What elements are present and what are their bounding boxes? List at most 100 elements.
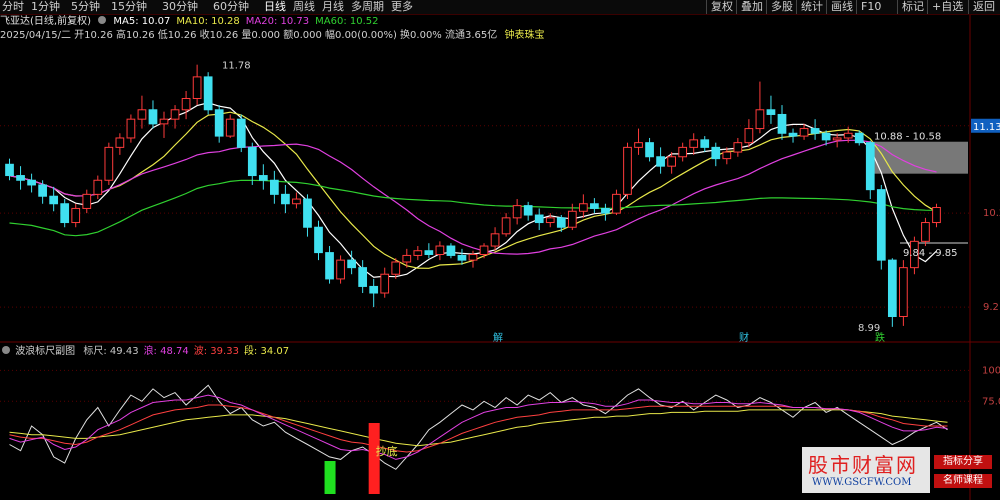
candle-body bbox=[601, 207, 610, 214]
toolbar-action-7[interactable]: +自选 bbox=[927, 0, 963, 14]
toolbar-tab-3[interactable]: 15分钟 bbox=[111, 0, 147, 14]
ma-label-2: MA20: 10.73 bbox=[245, 16, 310, 27]
candle-body bbox=[700, 139, 710, 148]
candle-body bbox=[402, 254, 412, 263]
candle-body bbox=[413, 250, 423, 256]
candle-body bbox=[303, 198, 312, 228]
candle-body bbox=[247, 146, 257, 177]
watermark-url: WWW.GSCFW.COM bbox=[812, 477, 912, 488]
candle-body bbox=[336, 259, 345, 280]
candle-body bbox=[590, 203, 599, 209]
watermark-panel: 股市财富网 WWW.GSCFW.COM bbox=[802, 447, 930, 493]
bottom-signal-bar bbox=[368, 423, 380, 494]
indicator-header: 波浪标尺副图 标尺: 49.43 浪: 48.74 波: 39.33 段: 34.07 bbox=[0, 346, 400, 358]
candle-body bbox=[181, 98, 191, 111]
candle-body bbox=[468, 253, 478, 261]
price-tick-1: 10.2 bbox=[983, 208, 1000, 219]
candle-body bbox=[314, 226, 323, 254]
indicator-legend: 标尺: 49.43 浪: 48.74 波: 39.33 段: 34.07 bbox=[78, 346, 289, 357]
toolbar-action-2[interactable]: 多股 bbox=[766, 0, 793, 14]
candle-body bbox=[788, 132, 798, 137]
candle-body bbox=[148, 109, 158, 125]
indicator-settings-icon[interactable] bbox=[2, 346, 10, 354]
toolbar-action-8[interactable]: 返回 bbox=[968, 0, 995, 14]
indicator-label-1: 浪: 48.74 bbox=[143, 346, 189, 357]
toolbar-tab-2[interactable]: 5分钟 bbox=[71, 0, 100, 14]
event-marker-0: 解 bbox=[493, 331, 503, 344]
candle-body bbox=[82, 193, 92, 209]
ma-label-1: MA10: 10.28 bbox=[176, 16, 240, 27]
toolbar-tab-1[interactable]: 1分钟 bbox=[31, 0, 60, 14]
candle-body bbox=[667, 156, 676, 167]
current-price-label: 11.13 bbox=[973, 122, 1000, 133]
candle-body bbox=[821, 132, 831, 141]
candle-body bbox=[391, 261, 401, 275]
toolbar-tab-8[interactable]: 月线 bbox=[322, 0, 344, 14]
quote-line: 2025/04/15/二 开10.26 高10.26 低10.26 收10.26… bbox=[0, 30, 498, 41]
candle-body bbox=[358, 267, 368, 287]
candle-body bbox=[479, 245, 489, 255]
candle-body bbox=[281, 193, 290, 205]
candle-body bbox=[457, 254, 467, 261]
high-annotation: 11.78 bbox=[222, 61, 251, 72]
candle-body bbox=[854, 132, 864, 144]
candle-body bbox=[93, 179, 103, 195]
candle-body bbox=[225, 118, 235, 137]
toolbar-action-5[interactable]: F10 bbox=[856, 0, 881, 14]
toolbar-tab-10[interactable]: 更多 bbox=[391, 0, 413, 14]
event-marker-1: 财 bbox=[739, 331, 749, 344]
header-row-2: 2025/04/15/二 开10.26 高10.26 低10.26 收10.26… bbox=[0, 30, 560, 42]
toolbar-action-3[interactable]: 统计 bbox=[796, 0, 823, 14]
toolbar-tab-5[interactable]: 60分钟 bbox=[213, 0, 249, 14]
candle-body bbox=[325, 252, 334, 280]
indicator-label-2: 波: 39.33 bbox=[193, 346, 239, 357]
candle-body bbox=[678, 146, 688, 158]
toolbar-tab-6[interactable]: 日线 bbox=[264, 0, 286, 14]
candle-body bbox=[49, 195, 59, 205]
candle-body bbox=[126, 118, 136, 139]
watermark-tag-2: 名师课程 bbox=[934, 474, 992, 488]
toolbar-action-4[interactable]: 画线 bbox=[826, 0, 853, 14]
candle-body bbox=[170, 109, 180, 120]
toolbar-action-6[interactable]: 标记 bbox=[897, 0, 924, 14]
toolbar-tab-0[interactable]: 分时 bbox=[2, 0, 24, 14]
pattern-box bbox=[872, 141, 968, 174]
toolbar-tab-4[interactable]: 30分钟 bbox=[162, 0, 198, 14]
candle-body bbox=[843, 132, 853, 139]
indicator-name: 波浪标尺副图 bbox=[15, 346, 76, 357]
candle-body bbox=[435, 245, 445, 255]
toolbar-tab-7[interactable]: 周线 bbox=[293, 0, 315, 14]
candle-body bbox=[865, 142, 875, 191]
candle-body bbox=[722, 151, 732, 160]
toolbar-tab-9[interactable]: 多周期 bbox=[351, 0, 384, 14]
candle-body bbox=[159, 118, 169, 125]
candle-body bbox=[214, 109, 224, 137]
candle-body bbox=[766, 109, 776, 115]
candle-body bbox=[921, 222, 930, 242]
sector-tag[interactable]: 钟表珠宝 bbox=[504, 30, 544, 41]
candle-body bbox=[380, 273, 390, 294]
kline-chart[interactable]: 11.1310.29.211.1310075.011.788.9910.88 -… bbox=[0, 0, 1000, 500]
ma-label-3: MA60: 10.52 bbox=[315, 16, 379, 27]
candle-body bbox=[612, 193, 621, 214]
candle-body bbox=[810, 128, 820, 134]
candle-body bbox=[567, 210, 577, 228]
candle-body bbox=[832, 137, 842, 141]
event-marker-2: 跌 bbox=[875, 331, 885, 344]
candle-body bbox=[578, 203, 588, 212]
toolbar-action-1[interactable]: 叠加 bbox=[736, 0, 763, 14]
ma-legend: MA5: 10.07 MA10: 10.28 MA20: 10.73 MA60: 10… bbox=[113, 16, 384, 27]
candle-body bbox=[446, 245, 456, 256]
candle-body bbox=[932, 207, 941, 224]
candle-body bbox=[744, 128, 754, 144]
toolbar-action-0[interactable]: 复权 bbox=[706, 0, 733, 14]
candle-body bbox=[501, 217, 511, 235]
stock-title: 飞亚达(日线,前复权) bbox=[0, 16, 91, 27]
settings-icon[interactable] bbox=[98, 16, 107, 24]
header-row-1: 飞亚达(日线,前复权) MA5: 10.07 MA10: 10.28 MA20: 1… bbox=[0, 16, 980, 28]
candle-body bbox=[512, 205, 522, 219]
box-bottom-annotation: 9.84 - 9.85 bbox=[903, 248, 958, 259]
candle-body bbox=[887, 259, 897, 318]
candle-body bbox=[623, 146, 632, 195]
candle-body bbox=[490, 233, 500, 247]
